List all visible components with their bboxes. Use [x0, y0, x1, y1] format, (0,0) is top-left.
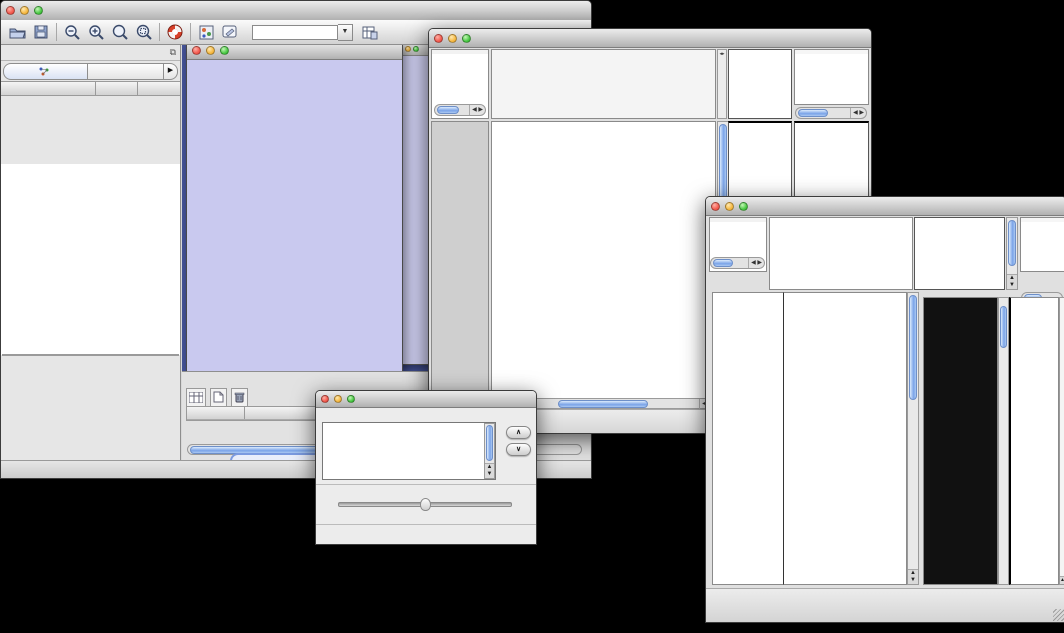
zoom-fit-icon[interactable] — [108, 23, 132, 42]
dialog-titlebar[interactable] — [316, 391, 536, 408]
treeview2-titlebar[interactable] — [706, 197, 1064, 216]
tab-vizmapper[interactable] — [88, 63, 164, 80]
zoom-button[interactable] — [462, 34, 471, 43]
treeview1-titlebar[interactable] — [429, 29, 871, 48]
close-button[interactable] — [192, 46, 201, 55]
zoom-button[interactable] — [34, 6, 43, 15]
tv1-zoom-matrix-box[interactable] — [728, 121, 792, 197]
tv2-right-scrollbar[interactable]: ▲ — [1059, 297, 1064, 585]
tab-network[interactable] — [3, 63, 88, 80]
save-session-icon[interactable] — [29, 23, 53, 42]
tv2-header-vscrollbar[interactable]: ▲▼ — [1006, 217, 1018, 290]
zoom-button[interactable] — [220, 46, 229, 55]
minimize-button[interactable] — [725, 202, 734, 211]
open-file-icon[interactable] — [5, 23, 29, 42]
close-button[interactable] — [321, 395, 329, 403]
zoom-button[interactable] — [739, 202, 748, 211]
vizmapper-icon[interactable] — [194, 23, 218, 42]
float-panel-icon[interactable]: ⧉ — [170, 47, 176, 58]
help-lifesaver-icon[interactable] — [163, 23, 187, 42]
zoom-out-icon[interactable] — [60, 23, 84, 42]
desktop: ▼ ⧉ ▶ — [0, 0, 1064, 633]
attribute-list[interactable]: ▲▼ — [322, 422, 496, 480]
tv1-usage-hints — [794, 49, 869, 105]
tv2-column-labels — [914, 217, 1005, 290]
window-controls — [6, 6, 48, 15]
col-header-edges[interactable] — [138, 82, 180, 95]
annotation-icon[interactable] — [218, 23, 242, 42]
tv2-zoom-vscrollbar[interactable] — [998, 297, 1009, 585]
col-header-nodes[interactable] — [96, 82, 138, 95]
treeview2-window: ◀ ▶ ▲▼ ▲▼ ▲ — [705, 196, 1064, 623]
tv2-column-tree-area[interactable] — [769, 217, 913, 290]
tab-overflow-button[interactable]: ▶ — [164, 63, 178, 80]
close-button[interactable] — [711, 202, 720, 211]
network-list-empty-area — [1, 164, 180, 355]
minimize-button[interactable] — [405, 46, 411, 52]
network-view-window[interactable] — [186, 45, 403, 371]
close-button[interactable] — [434, 34, 443, 43]
move-down-button[interactable]: ∨ — [506, 443, 531, 456]
zoom-in-icon[interactable] — [84, 23, 108, 42]
tv1-status-scrollbar[interactable]: ◀ ▶ — [434, 104, 486, 116]
move-up-button[interactable]: ∧ — [506, 426, 531, 439]
slider-thumb[interactable] — [420, 498, 431, 511]
network-tab-icon — [39, 67, 49, 76]
minimize-button[interactable] — [448, 34, 457, 43]
tv2-gene-labels — [1009, 297, 1059, 585]
tv2-button-bar — [706, 588, 1064, 622]
control-panel: ⧉ ▶ — [1, 45, 181, 461]
minimize-button[interactable] — [334, 395, 342, 403]
tv1-heatmap[interactable] — [491, 121, 716, 409]
tv2-vscrollbar[interactable]: ▲▼ — [907, 292, 919, 585]
attribute-list-scrollbar[interactable]: ▲▼ — [484, 423, 495, 479]
minimize-button[interactable] — [20, 6, 29, 15]
network-overview-panel[interactable] — [2, 354, 179, 460]
tv2-status-scrollbar[interactable]: ◀ ▶ — [710, 257, 765, 269]
data-col-id[interactable] — [187, 407, 245, 419]
tv1-zoom-gene-labels — [794, 121, 869, 197]
tv2-row-dendrogram[interactable] — [712, 292, 783, 585]
tv1-column-labels — [728, 49, 792, 119]
zoom-button[interactable] — [347, 395, 355, 403]
tv1-pane-divider[interactable]: ◂▸ — [717, 49, 727, 119]
animation-speed-slider[interactable] — [338, 502, 512, 507]
tv2-usage-hints — [1020, 217, 1064, 272]
main-titlebar[interactable] — [1, 1, 591, 21]
zoom-button[interactable] — [413, 46, 419, 52]
network-graph-canvas[interactable] — [187, 60, 400, 370]
tv2-zoom-heatmap[interactable] — [923, 297, 998, 585]
zoom-selected-icon[interactable] — [132, 23, 156, 42]
map-colors-dialog: ▲▼ ∧ ∨ — [315, 390, 537, 545]
tv1-hints-scrollbar[interactable]: ◀ ▶ — [795, 107, 867, 119]
search-dropdown-button[interactable]: ▼ — [338, 24, 353, 41]
close-button[interactable] — [6, 6, 15, 15]
tv1-view-status: ◀ ▶ — [431, 49, 489, 119]
tv1-column-dendrogram[interactable] — [491, 49, 716, 119]
tv2-heatmap[interactable] — [783, 292, 907, 585]
search-input[interactable] — [252, 25, 338, 40]
resize-grip[interactable] — [1053, 609, 1064, 621]
minimize-button[interactable] — [206, 46, 215, 55]
col-header-network[interactable] — [1, 82, 96, 95]
tv1-row-dendrogram[interactable] — [431, 121, 489, 409]
table-import-icon[interactable] — [358, 23, 382, 42]
